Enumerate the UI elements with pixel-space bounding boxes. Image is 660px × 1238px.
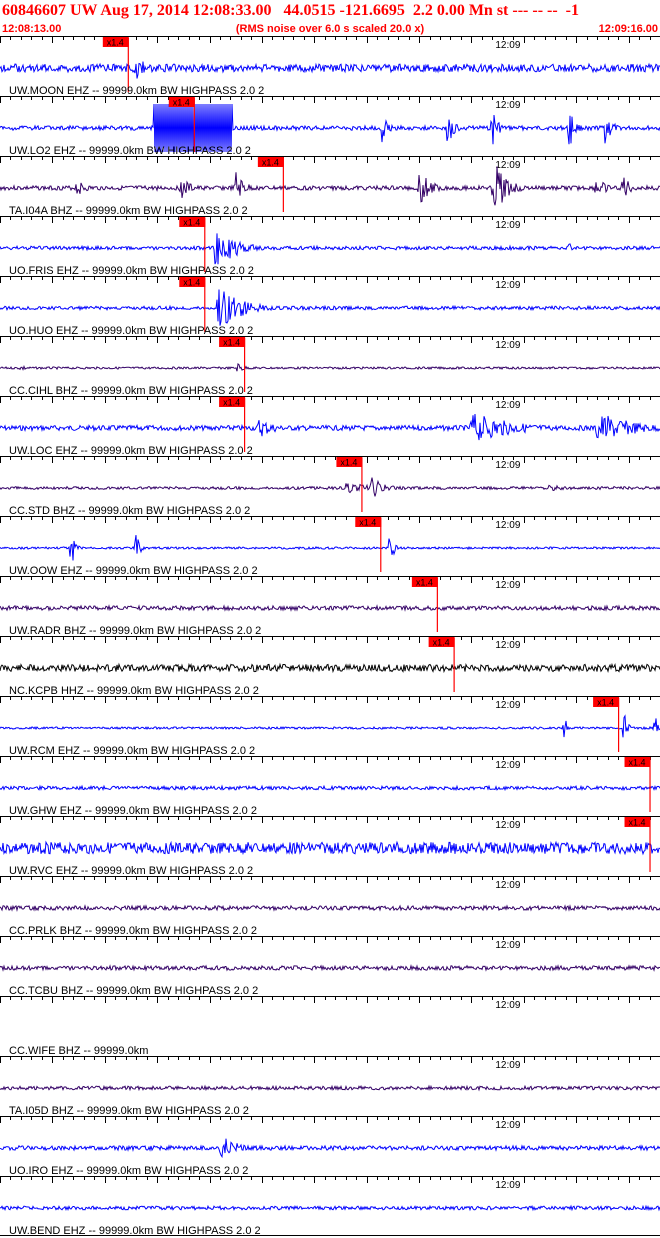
time-tick-label: 12:09 xyxy=(495,700,520,711)
station-label: UW.RVC EHZ -- 99999.0km BW HIGHPASS 2.0 … xyxy=(9,865,253,877)
station-label: UO.HUO EHZ -- 99999.0km BW HIGHPASS 2.0 … xyxy=(9,325,253,337)
pick-label: x1.4 xyxy=(262,158,279,168)
waveform xyxy=(0,784,660,792)
pick-label: x1.4 xyxy=(223,398,240,408)
trace-row: 12:09 x1.4 CC.CIHL BHZ -- 99999.0km BW HIG… xyxy=(0,336,660,397)
pick-label: x1.4 xyxy=(183,278,200,288)
trace-row: 12:09 x1.4 UW.RCM EHZ -- 99999.0km BW HIGH… xyxy=(0,696,660,757)
station-label: NC.KCPB HHZ -- 99999.0km BW HIGHPASS 2.0… xyxy=(9,685,259,697)
station-label: TA.I05D BHZ -- 99999.0km BW HIGHPASS 2.0… xyxy=(9,1105,249,1117)
pick-label: x1.4 xyxy=(416,578,433,588)
trace-row: 12:09 x1.4 TA.I04A BHZ -- 99999.0km BW HIG… xyxy=(0,156,660,217)
time-tick-label: 12:09 xyxy=(495,400,520,411)
station-label: UW.GHW EHZ -- 99999.0km BW HIGHPASS 2.0 … xyxy=(9,805,257,817)
waveform xyxy=(0,1204,660,1212)
time-tick-label: 12:09 xyxy=(495,1000,520,1011)
waveform xyxy=(0,477,660,497)
trace-row: 12:09 x1.4 CC.STD BHZ -- 99999.0km BW HIGH… xyxy=(0,456,660,517)
waveform xyxy=(0,289,660,326)
event-title: 60846607 UW Aug 17, 2014 12:08:33.00 44.… xyxy=(2,2,579,19)
waveform xyxy=(0,840,660,856)
time-tick-label: 12:09 xyxy=(495,640,520,651)
trace-row: 12:09 x1.4 UW.LOC EHZ -- 99999.0km BW HIGH… xyxy=(0,396,660,457)
time-tick-label: 12:09 xyxy=(495,100,520,111)
pick-label: x1.4 xyxy=(223,338,240,348)
time-tick-label: 12:09 xyxy=(495,1180,520,1191)
waveform xyxy=(0,714,660,738)
station-label: CC.PRLK BHZ -- 99999.0km BW HIGHPASS 2.0… xyxy=(9,925,257,937)
time-tick-label: 12:09 xyxy=(495,40,520,51)
time-tick-label: 12:09 xyxy=(495,760,520,771)
pick-label: x1.4 xyxy=(597,698,614,708)
time-tick-label: 12:09 xyxy=(495,940,520,951)
time-tick-label: 12:09 xyxy=(495,220,520,231)
pick-label: x1.4 xyxy=(629,818,646,828)
pick-label: x1.4 xyxy=(340,458,357,468)
pick-label: x1.4 xyxy=(183,218,200,228)
station-label: CC.WIFE BHZ -- 99999.0km xyxy=(9,1045,148,1057)
trace-row: 12:09 x1.4 NC.KCPB HHZ -- 99999.0km BW HIG… xyxy=(0,636,660,697)
waveform xyxy=(0,166,660,206)
pick-label: x1.4 xyxy=(629,758,646,768)
pick-label: x1.4 xyxy=(433,638,450,648)
waveform xyxy=(0,1084,660,1092)
trace-row: 12:09UW.BEND EHZ -- 99999.0km BW HIGHPAS… xyxy=(0,1176,660,1237)
trace-row: 12:09 CC.PRLK BHZ -- 99999.0km BW HIGHPAS… xyxy=(0,876,660,937)
station-label: UW.RADR BHZ -- 99999.0km BW HIGHPASS 2.0… xyxy=(9,625,261,637)
waveform xyxy=(0,662,660,674)
time-tick-label: 12:09 xyxy=(495,580,520,591)
pick-label: x1.4 xyxy=(173,98,190,108)
time-tick-label: 12:09 xyxy=(495,340,520,351)
station-label: UW.RCM EHZ -- 99999.0km BW HIGHPASS 2.0 … xyxy=(9,745,255,757)
trace-row: 12:09 TA.I05D BHZ -- 99999.0km BW HIGHPAS… xyxy=(0,1056,660,1117)
waveform xyxy=(0,413,660,441)
station-label: UO.FRIS EHZ -- 99999.0km BW HIGHPASS 2.0… xyxy=(9,265,254,277)
trace-row: 12:09 CC.TCBU BHZ -- 99999.0km BW HIGHPAS… xyxy=(0,936,660,997)
end-time: 12:09:16.00 xyxy=(598,23,658,35)
trace-row: 12:09 x1.4 UW.MOON EHZ -- 99999.0km BW HIG… xyxy=(0,36,660,97)
station-label: TA.I04A BHZ -- 99999.0km BW HIGHPASS 2.0… xyxy=(9,205,248,217)
time-tick-label: 12:09 xyxy=(495,160,520,171)
waveform xyxy=(0,604,660,612)
pick-label: x1.4 xyxy=(359,518,376,528)
time-tick-label: 12:09 xyxy=(495,1060,520,1071)
noise-note: (RMS noise over 6.0 s scaled 20.0 x) xyxy=(235,23,425,35)
station-label: CC.CIHL BHZ -- 99999.0km BW HIGHPASS 2.0… xyxy=(9,385,253,397)
station-label: CC.TCBU BHZ -- 99999.0km BW HIGHPASS 2.0… xyxy=(9,985,258,997)
trace-row: 12:09 x1.4 UW.LO2 EHZ -- 99999.0km BW HIGH… xyxy=(0,96,660,157)
station-label: UW.LOC EHZ -- 99999.0km BW HIGHPASS 2.0 … xyxy=(9,445,253,457)
trace-row: 12:09 UO.IRO EHZ -- 99999.0km BW HIGHPASS… xyxy=(0,1116,660,1177)
station-label: UW.MOON EHZ -- 99999.0km BW HIGHPASS 2.0… xyxy=(9,85,264,97)
trace-row: 12:09 x1.4 UW.GHW EHZ -- 99999.0km BW HIGH… xyxy=(0,756,660,817)
station-label: CC.STD BHZ -- 99999.0km BW HIGHPASS 2.0 … xyxy=(9,505,250,517)
time-tick-label: 12:09 xyxy=(495,520,520,531)
station-label: UO.IRO EHZ -- 99999.0km BW HIGHPASS 2.0 … xyxy=(9,1165,248,1177)
waveform xyxy=(0,61,660,79)
waveform xyxy=(0,535,660,561)
station-label: UW.OOW EHZ -- 99999.0km BW HIGHPASS 2.0 … xyxy=(9,565,258,577)
trace-row: 12:09 x1.4 UO.FRIS EHZ -- 99999.0km BW HIG… xyxy=(0,216,660,277)
station-label: UW.LO2 EHZ -- 99999.0km BW HIGHPASS 2.0 … xyxy=(9,145,251,157)
waveform xyxy=(0,904,660,912)
time-tick-label: 12:09 xyxy=(495,880,520,891)
seismogram-plot: 12:09x1.4UW.MOON EHZ -- 99999.0km BW HIG… xyxy=(0,36,660,1237)
time-tick-label: 12:09 xyxy=(495,1120,520,1131)
time-tick-label: 12:09 xyxy=(495,820,520,831)
time-tick-label: 12:09 xyxy=(495,460,520,471)
trace-row: 12:09 x1.4 UW.RVC EHZ -- 99999.0km BW HIGH… xyxy=(0,816,660,877)
waveform xyxy=(0,1138,660,1159)
trace-row: 12:09 x1.4 UO.HUO EHZ -- 99999.0km BW HIGH… xyxy=(0,276,660,337)
waveform xyxy=(0,233,660,265)
trace-row: 12:09 x1.4 UW.RADR BHZ -- 99999.0km BW HIG… xyxy=(0,576,660,637)
time-tick-label: 12:09 xyxy=(495,280,520,291)
waveform xyxy=(0,362,660,372)
pick-label: x1.4 xyxy=(107,38,124,48)
trace-row: 12:09 x1.4 UW.OOW EHZ -- 99999.0km BW HIGH… xyxy=(0,516,660,577)
waveform xyxy=(0,964,660,972)
trace-row: 12:09 CC.WIFE BHZ -- 99999.0km xyxy=(0,996,660,1057)
